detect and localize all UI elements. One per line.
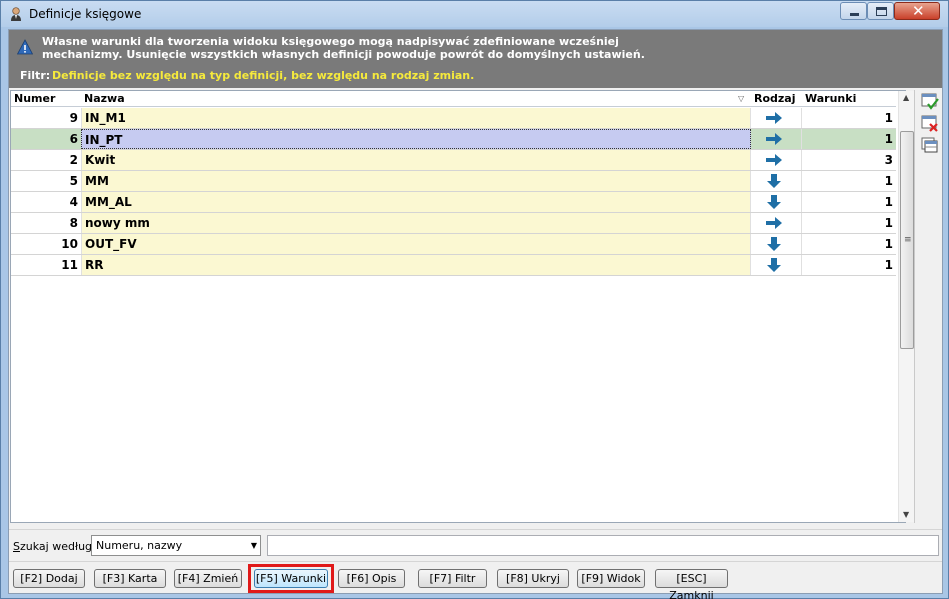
sort-icon[interactable]: ▽ bbox=[738, 94, 744, 103]
search-label: Szukaj według: bbox=[13, 540, 96, 553]
table-row[interactable]: 11 RR 1 bbox=[11, 255, 896, 276]
filter-label: Filtr: bbox=[20, 69, 51, 82]
arrow-right-icon bbox=[766, 112, 782, 124]
scrollbar-thumb[interactable]: ≡ bbox=[900, 131, 914, 349]
search-label-text: zukaj według: bbox=[19, 540, 96, 553]
arrow-right-icon bbox=[766, 154, 782, 166]
column-header-kind[interactable]: Rodzaj bbox=[754, 92, 796, 105]
view-button[interactable]: [F9] Widok bbox=[577, 569, 645, 588]
table-row[interactable]: 2 Kwit 3 bbox=[11, 150, 896, 171]
cell-number: 8 bbox=[11, 213, 81, 233]
cell-conditions: 1 bbox=[801, 171, 896, 191]
cell-kind bbox=[751, 108, 801, 128]
table-view-icon[interactable] bbox=[921, 137, 939, 155]
table-row[interactable]: 10 OUT_FV 1 bbox=[11, 234, 896, 255]
arrow-right-icon bbox=[766, 133, 782, 145]
user-icon bbox=[11, 7, 21, 21]
cell-number: 10 bbox=[11, 234, 81, 254]
scroll-up-icon[interactable]: ▲ bbox=[903, 93, 909, 102]
cell-kind bbox=[751, 255, 801, 275]
cell-conditions: 1 bbox=[801, 108, 896, 128]
cell-number: 11 bbox=[11, 255, 81, 275]
arrow-down-icon bbox=[767, 195, 781, 209]
search-input[interactable] bbox=[267, 535, 939, 556]
maximize-icon bbox=[876, 7, 887, 16]
filter-text: Definicje bez względu na typ definicji, … bbox=[52, 69, 475, 82]
dialog-body: Własne warunki dla tworzenia widoku księ… bbox=[8, 29, 943, 599]
cell-name: RR bbox=[81, 255, 751, 275]
search-row: Szukaj według: Numeru, nazwy ▼ bbox=[9, 529, 942, 559]
table-row[interactable]: 8 nowy mm 1 bbox=[11, 213, 896, 234]
arrow-down-icon bbox=[767, 258, 781, 272]
cell-kind bbox=[751, 150, 801, 170]
definitions-grid[interactable]: Numer Nazwa ▽ Rodzaj Warunki 9 IN_M1 1 6 IN_… bbox=[10, 90, 915, 523]
vertical-scrollbar[interactable]: ▲ ≡ ▼ bbox=[898, 91, 915, 522]
search-label-accesskey: S bbox=[13, 540, 20, 553]
info-message: Własne warunki dla tworzenia widoku księ… bbox=[42, 35, 645, 61]
cell-number: 5 bbox=[11, 171, 81, 191]
column-header-conditions[interactable]: Warunki bbox=[805, 92, 856, 105]
edit-button[interactable]: [F4] Zmień bbox=[174, 569, 242, 588]
search-by-select[interactable]: Numeru, nazwy ▼ bbox=[91, 535, 261, 556]
maximize-button[interactable] bbox=[867, 2, 894, 20]
description-button[interactable]: [F6] Opis bbox=[338, 569, 405, 588]
cell-conditions: 1 bbox=[801, 255, 896, 275]
minimize-button[interactable] bbox=[840, 2, 867, 20]
side-toolbar bbox=[914, 90, 942, 523]
cell-number: 4 bbox=[11, 192, 81, 212]
close-icon: ✕ bbox=[912, 2, 925, 20]
window: Definicje księgowe ✕ Własne warunki dla … bbox=[0, 0, 949, 599]
table-row[interactable]: 6 IN_PT 1 bbox=[11, 129, 896, 150]
cell-conditions: 1 bbox=[801, 234, 896, 254]
cell-number: 2 bbox=[11, 150, 81, 170]
column-header-number[interactable]: Numer bbox=[14, 92, 55, 105]
cell-number: 9 bbox=[11, 108, 81, 128]
cell-kind bbox=[751, 129, 801, 149]
card-button[interactable]: [F3] Karta bbox=[94, 569, 166, 588]
deselect-rows-icon[interactable] bbox=[921, 115, 939, 133]
arrow-right-icon bbox=[766, 217, 782, 229]
cell-name: nowy mm bbox=[81, 213, 751, 233]
cell-name: OUT_FV bbox=[81, 234, 751, 254]
window-title: Definicje księgowe bbox=[29, 7, 142, 21]
cell-conditions: 1 bbox=[801, 213, 896, 233]
cell-kind bbox=[751, 234, 801, 254]
column-header-name[interactable]: Nazwa bbox=[84, 92, 125, 105]
cell-conditions: 1 bbox=[801, 192, 896, 212]
cell-conditions: 3 bbox=[801, 150, 896, 170]
table-row[interactable]: 4 MM_AL 1 bbox=[11, 192, 896, 213]
minimize-icon bbox=[850, 13, 859, 16]
chevron-down-icon: ▼ bbox=[250, 541, 257, 550]
search-by-value: Numeru, nazwy bbox=[96, 539, 183, 552]
cell-name: MM_AL bbox=[81, 192, 751, 212]
cell-kind bbox=[751, 171, 801, 191]
table-row[interactable]: 9 IN_M1 1 bbox=[11, 108, 896, 129]
hide-button[interactable]: [F8] Ukryj bbox=[497, 569, 569, 588]
button-bar: [F2] Dodaj [F3] Karta [F4] Zmień [F5] Wa… bbox=[9, 561, 942, 599]
warning-icon bbox=[17, 39, 33, 55]
conditions-button-highlight bbox=[248, 564, 334, 593]
grip-icon: ≡ bbox=[904, 235, 912, 245]
cell-name: IN_M1 bbox=[81, 108, 751, 128]
grid-header: Numer Nazwa ▽ Rodzaj Warunki bbox=[11, 91, 896, 107]
filter-button[interactable]: [F7] Filtr bbox=[418, 569, 487, 588]
info-bar: Własne warunki dla tworzenia widoku księ… bbox=[9, 30, 942, 88]
close-dialog-button[interactable]: [ESC] Zamknij bbox=[655, 569, 728, 599]
arrow-down-icon bbox=[767, 174, 781, 188]
table-row[interactable]: 5 MM 1 bbox=[11, 171, 896, 192]
title-bar[interactable]: Definicje księgowe ✕ bbox=[1, 1, 948, 27]
cell-kind bbox=[751, 192, 801, 212]
scroll-down-icon[interactable]: ▼ bbox=[903, 510, 909, 519]
add-button[interactable]: [F2] Dodaj bbox=[13, 569, 85, 588]
cell-conditions: 1 bbox=[801, 129, 896, 149]
cell-name: Kwit bbox=[81, 150, 751, 170]
select-rows-icon[interactable] bbox=[921, 93, 939, 111]
close-button[interactable]: ✕ bbox=[894, 2, 940, 20]
arrow-down-icon bbox=[767, 237, 781, 251]
cell-name: MM bbox=[81, 171, 751, 191]
cell-name: IN_PT bbox=[81, 129, 751, 149]
cell-kind bbox=[751, 213, 801, 233]
cell-number: 6 bbox=[11, 129, 81, 149]
